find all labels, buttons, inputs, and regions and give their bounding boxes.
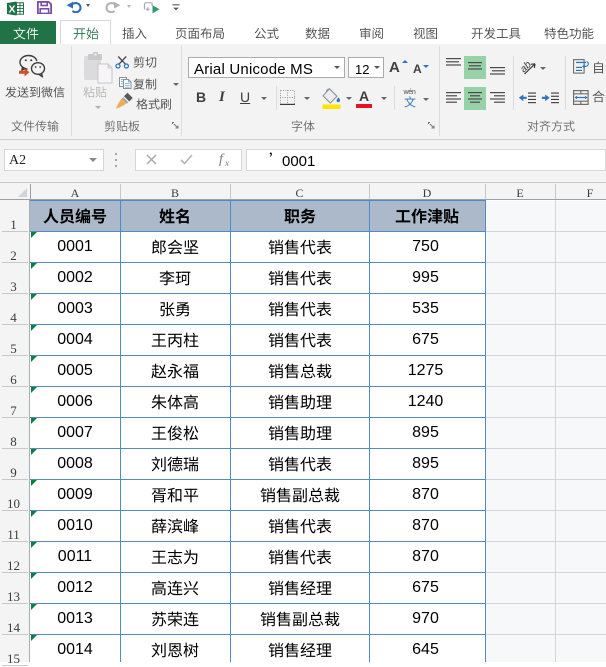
svg-text:X: X — [9, 4, 16, 16]
